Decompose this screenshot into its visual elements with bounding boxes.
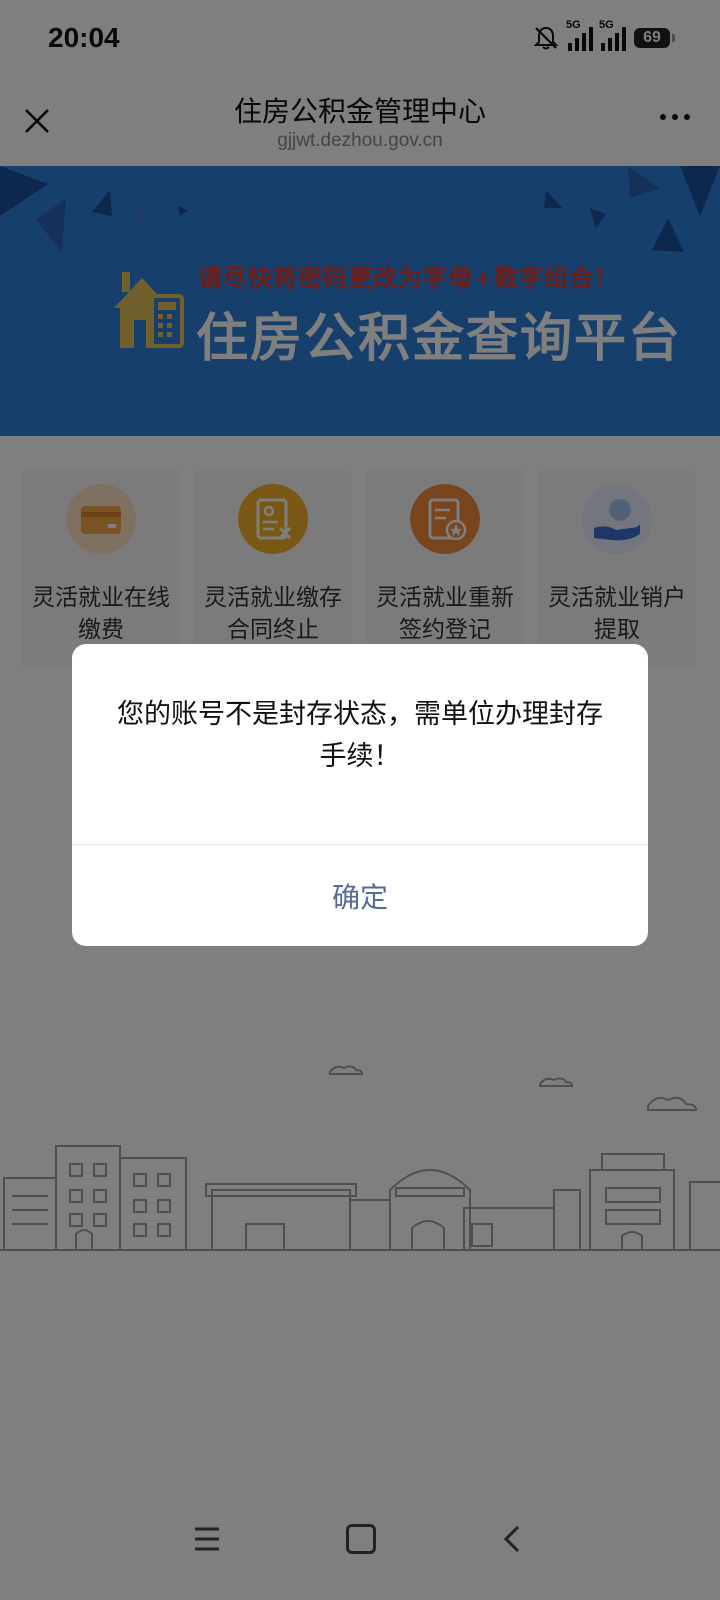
alert-dialog: 您的账号不是封存状态，需单位办理封存手续！ 确定 [72,644,648,946]
dialog-message: 您的账号不是封存状态，需单位办理封存手续！ [117,699,603,772]
back-icon[interactable] [498,1524,528,1554]
confirm-button[interactable]: 确定 [72,845,648,946]
system-nav-bar [0,1506,720,1600]
home-icon[interactable] [346,1524,376,1554]
menu-icon[interactable] [194,1526,220,1552]
